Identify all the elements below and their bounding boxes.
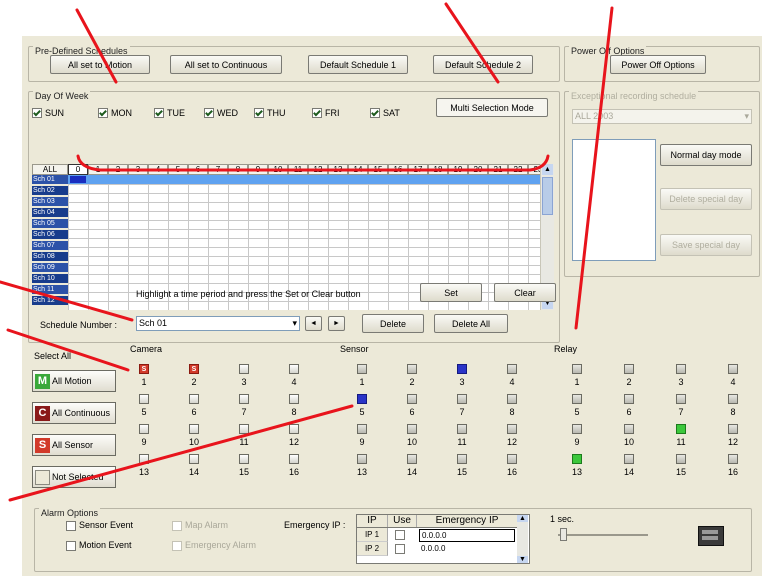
annotation-line-schedule-number [0,280,134,322]
annotation-bracket-grid [76,154,550,172]
annotation-line-day-of-week [75,8,118,84]
annotation-line-multi-selection [444,2,500,84]
annotation-line-sensor [8,404,354,502]
annotation-line-camera [6,328,130,372]
annotation-line-relay [574,6,614,330]
annotation-overlay [0,2,614,502]
